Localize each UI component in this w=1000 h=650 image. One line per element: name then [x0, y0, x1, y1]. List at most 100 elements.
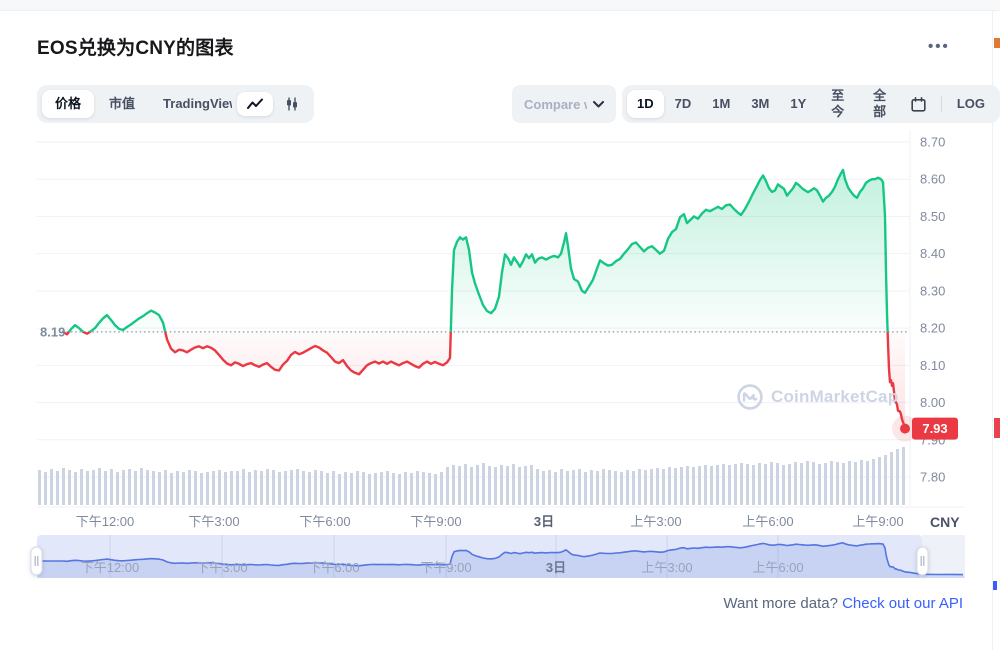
volume-bar — [452, 465, 455, 505]
open-price-label: 8.19 — [40, 324, 65, 339]
api-link[interactable]: Check out our API — [842, 595, 963, 612]
volume-bar — [68, 470, 71, 505]
volume-bar — [830, 461, 833, 505]
price-chart[interactable]: 8.708.608.508.408.308.208.108.007.907.80… — [0, 0, 1000, 650]
volume-bar — [902, 447, 905, 505]
y-axis-label: 8.60 — [920, 172, 945, 187]
volume-bar — [854, 462, 857, 505]
volume-bar — [656, 468, 659, 505]
volume-bar — [110, 469, 113, 505]
volume-bar — [350, 473, 353, 505]
brush-axis-label: 3日 — [546, 560, 566, 575]
volume-bar — [392, 473, 395, 505]
volume-bar — [92, 470, 95, 505]
volume-bar — [260, 471, 263, 505]
volume-bar — [362, 472, 365, 505]
volume-bar — [596, 471, 599, 505]
volume-bar — [812, 462, 815, 505]
volume-bar — [212, 471, 215, 505]
volume-bar — [650, 469, 653, 505]
y-axis-label: 8.30 — [920, 283, 945, 298]
api-promo-text: Want more data? — [723, 595, 842, 612]
volume-bar — [722, 464, 725, 505]
volume-bar — [608, 470, 611, 505]
volume-bar — [134, 471, 137, 505]
volume-bar — [284, 471, 287, 505]
volume-bar — [806, 461, 809, 505]
brush-axis-label: 上午3:00 — [641, 560, 692, 575]
volume-bar — [50, 469, 53, 505]
volume-bar — [578, 469, 581, 505]
volume-bar — [542, 471, 545, 505]
x-axis-label: 3日 — [534, 514, 554, 529]
volume-bar — [824, 463, 827, 505]
brush-axis-label: 上午6:00 — [752, 560, 803, 575]
volume-bar — [440, 472, 443, 505]
api-promo: Want more data? Check out our API — [723, 595, 963, 612]
volume-bar — [56, 471, 59, 505]
volume-bar — [800, 463, 803, 505]
last-point-dot — [900, 424, 910, 434]
volume-bar — [620, 472, 623, 505]
volume-bar — [782, 465, 785, 505]
volume-bar — [38, 470, 41, 505]
volume-bar — [296, 469, 299, 505]
volume-bar — [206, 472, 209, 505]
volume-bar — [374, 473, 377, 505]
volume-bar — [200, 473, 203, 505]
volume-bar — [686, 466, 689, 505]
volume-bar — [398, 474, 401, 505]
volume-bar — [272, 470, 275, 505]
volume-bar — [338, 474, 341, 505]
volume-bar — [386, 471, 389, 505]
volume-bar — [818, 464, 821, 505]
volume-bar — [638, 469, 641, 505]
volume-bar — [644, 470, 647, 505]
volume-bar — [680, 467, 683, 505]
x-axis-label: 上午6:00 — [742, 514, 793, 529]
volume-bar — [152, 471, 155, 505]
volume-bar — [248, 472, 251, 505]
watermark-text: CoinMarketCap — [771, 387, 898, 407]
volume-bar — [116, 472, 119, 505]
volume-bar — [428, 473, 431, 505]
y-axis-label: 7.80 — [920, 470, 945, 485]
volume-bar — [164, 470, 167, 505]
volume-bar — [584, 472, 587, 505]
brush-handle-left[interactable] — [31, 547, 42, 575]
volume-bar — [404, 472, 407, 505]
volume-bar — [86, 471, 89, 505]
volume-bar — [62, 468, 65, 505]
volume-bar — [416, 471, 419, 505]
volume-bar — [476, 465, 479, 505]
volume-bar — [146, 470, 149, 505]
volume-bar — [734, 464, 737, 505]
volume-bar — [512, 464, 515, 505]
y-axis-label: 8.70 — [920, 135, 945, 150]
brush-axis-label: 下午9:00 — [420, 560, 471, 575]
volume-bar — [320, 471, 323, 505]
volume-bar — [140, 468, 143, 505]
y-axis-label: 8.10 — [920, 358, 945, 373]
brush-handle-right[interactable] — [917, 547, 928, 575]
currency-label: CNY — [930, 514, 960, 530]
y-axis-label: 8.20 — [920, 321, 945, 336]
x-axis-label: 上午3:00 — [630, 514, 681, 529]
x-axis-label: 上午9:00 — [852, 514, 903, 529]
volume-bar — [890, 452, 893, 505]
volume-bar — [422, 472, 425, 505]
volume-bar — [776, 463, 779, 505]
volume-bar — [626, 470, 629, 505]
volume-bar — [278, 472, 281, 505]
y-axis-label: 8.50 — [920, 209, 945, 224]
volume-bar — [98, 468, 101, 505]
volume-bar — [302, 471, 305, 505]
volume-bar — [182, 472, 185, 505]
volume-bar — [560, 469, 563, 505]
volume-bar — [866, 461, 869, 505]
volume-bar — [266, 469, 269, 505]
volume-bar — [602, 469, 605, 505]
volume-bar — [218, 470, 221, 505]
volume-bar — [836, 462, 839, 505]
volume-bar — [770, 462, 773, 505]
